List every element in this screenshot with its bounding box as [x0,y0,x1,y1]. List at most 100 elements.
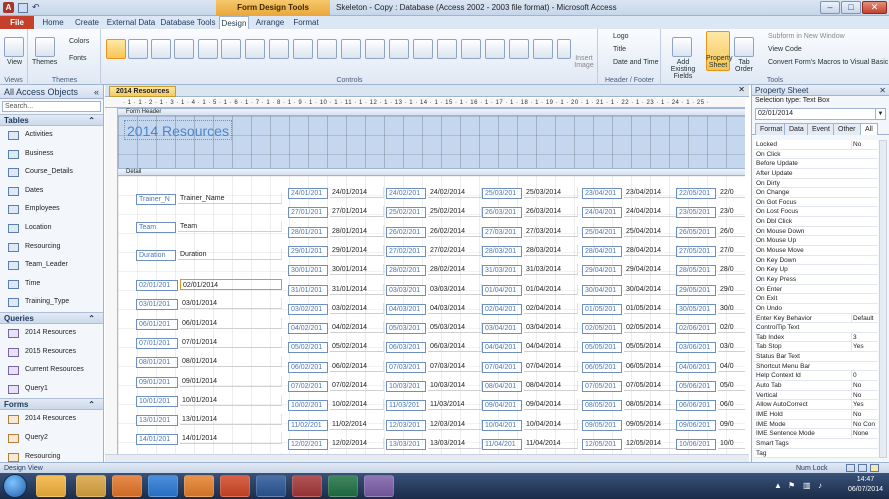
date-textbox[interactable]: 03/02/2014 [330,302,384,314]
chevron-down-icon[interactable]: ▼ [875,109,885,119]
property-row[interactable]: On Key Up [754,265,878,275]
date-label[interactable]: 05/02/201 [288,342,328,354]
date-textbox[interactable]: 04/03/2014 [428,302,482,314]
property-row[interactable]: Status Bar Text [754,352,878,362]
property-value[interactable]: None [851,429,878,439]
property-value[interactable]: No [851,381,878,391]
property-row[interactable]: IME Hold No [754,409,878,420]
date-textbox[interactable]: 12/03/2014 [428,418,482,430]
check-box-icon[interactable] [437,39,457,59]
date-label[interactable]: 04/03/201 [386,303,426,315]
property-row[interactable]: On Mouse Move [754,246,878,256]
convert-macros-button[interactable]: Convert Form's Macros to Visual Basic [768,59,888,66]
field-textbox[interactable]: Duration [178,249,282,260]
property-row[interactable]: IME Sentence Mode None [754,429,878,439]
nav-item-label[interactable]: Current Resources [25,366,84,373]
date-textbox[interactable]: 03/04/2014 [524,322,578,334]
nav-item-label[interactable]: Course_Details [25,168,73,175]
taskbar-folder-icon[interactable] [76,475,106,497]
date-textbox[interactable]: 30/0 [718,303,745,314]
network-icon[interactable]: ▥ [803,481,811,490]
date-textbox[interactable]: 30/04/2014 [624,283,678,295]
property-row[interactable]: Help Context Id 0 [754,371,878,382]
save-icon[interactable] [18,3,28,13]
nav-section-title[interactable]: Forms [4,400,28,409]
date-textbox[interactable]: 31/01/2014 [330,283,384,295]
date-label[interactable]: 04/06/201 [676,361,716,373]
date-textbox[interactable]: 04/0 [718,361,745,372]
date-label[interactable]: 03/02/201 [288,303,328,315]
property-row[interactable]: Auto Tab No [754,381,878,391]
date-label[interactable]: 10/03/201 [386,381,426,392]
property-row[interactable]: On Lost Focus [754,207,878,218]
navigation-control-icon[interactable] [269,39,289,59]
date-textbox[interactable]: 22/0 [718,187,745,198]
field-textbox[interactable]: Trainer_Name [178,193,282,204]
tab-design[interactable]: Design [219,16,249,29]
date-textbox[interactable]: 05/05/2014 [624,341,678,353]
date-textbox[interactable]: 30/01/2014 [330,264,384,276]
nav-section-forms[interactable]: Forms ⌃ [0,398,103,411]
nav-item-label[interactable]: Employees [25,205,60,212]
subform-icon[interactable] [509,39,529,59]
property-sheet-button[interactable]: Property Sheet [706,55,732,69]
date-label[interactable]: 08/04/201 [482,381,522,392]
close-document-icon[interactable]: ✕ [738,85,745,94]
date-textbox[interactable]: 25/03/2014 [524,187,578,198]
date-textbox[interactable]: 09/05/2014 [624,418,678,430]
date-textbox[interactable]: 01/05/2014 [624,302,678,314]
property-value[interactable]: No [851,140,878,149]
date-label[interactable]: 29/01/201 [288,245,328,257]
date-label[interactable]: 28/05/201 [676,265,716,277]
date-textbox[interactable]: 24/01/2014 [330,187,384,198]
date-label[interactable]: 07/02/201 [288,381,328,392]
action-center-icon[interactable]: ⚑ [788,481,795,490]
date-textbox[interactable]: 28/02/2014 [428,264,482,276]
date-textbox[interactable]: 08/01/2014 [180,356,282,368]
date-textbox[interactable]: 29/0 [718,284,745,295]
date-label[interactable]: 28/03/201 [482,245,522,257]
property-row[interactable]: On Dirty [754,178,878,189]
taskbar-powerpoint-icon[interactable] [220,475,250,497]
nav-item-label[interactable]: 2014 Resources [25,415,76,422]
property-value[interactable]: No [851,390,878,400]
date-textbox[interactable]: 11/04/2014 [524,437,578,449]
date-label[interactable]: 11/04/201 [482,438,522,450]
volume-icon[interactable]: ♪ [818,481,822,490]
date-label[interactable]: 02/05/201 [582,323,622,335]
themes-icon[interactable] [35,37,55,57]
textbox-control-icon[interactable] [128,39,148,59]
tab-control-icon[interactable] [198,39,218,59]
date-textbox[interactable]: 27/01/2014 [330,206,384,218]
date-label[interactable]: 27/05/201 [676,245,716,257]
date-label[interactable]: 06/02/201 [288,361,328,373]
nav-item[interactable]: Activities [0,126,103,145]
web-browser-icon[interactable] [245,39,265,59]
date-textbox[interactable]: 11/02/2014 [330,418,384,430]
button-control-icon[interactable] [174,39,194,59]
property-value[interactable]: Yes [851,400,878,410]
tab-other[interactable]: Other [833,123,861,135]
undo-icon[interactable]: ↶ [32,2,40,13]
date-textbox[interactable]: 26/0 [718,226,745,237]
start-button[interactable] [3,474,27,498]
date-textbox[interactable]: 28/04/2014 [624,244,678,256]
date-label[interactable]: 24/02/201 [386,188,426,199]
date-textbox[interactable]: 28/03/2014 [524,244,578,256]
subform-new-window-button[interactable]: Subform in New Window [768,33,845,40]
nav-section-title[interactable]: Queries [4,314,34,323]
date-textbox[interactable]: 06/02/2014 [330,360,384,372]
date-label[interactable]: 03/03/201 [386,284,426,296]
date-label[interactable]: 13/01/201 [136,415,178,427]
select-pointer-icon[interactable] [106,39,126,59]
fonts-button[interactable]: Fonts [69,55,87,62]
date-textbox[interactable]: 03/01/2014 [180,298,282,310]
date-textbox[interactable]: 04/02/2014 [330,322,384,334]
date-textbox[interactable]: 02/0 [718,322,745,334]
view-code-button[interactable]: View Code [768,46,802,53]
date-textbox[interactable]: 02/01/2014 [180,279,282,290]
nav-item-label[interactable]: Activities [25,131,53,138]
nav-item-label[interactable]: 2015 Resources [25,348,76,355]
form-view-icon[interactable] [846,464,855,472]
date-label[interactable]: 02/01/201 [136,280,178,291]
